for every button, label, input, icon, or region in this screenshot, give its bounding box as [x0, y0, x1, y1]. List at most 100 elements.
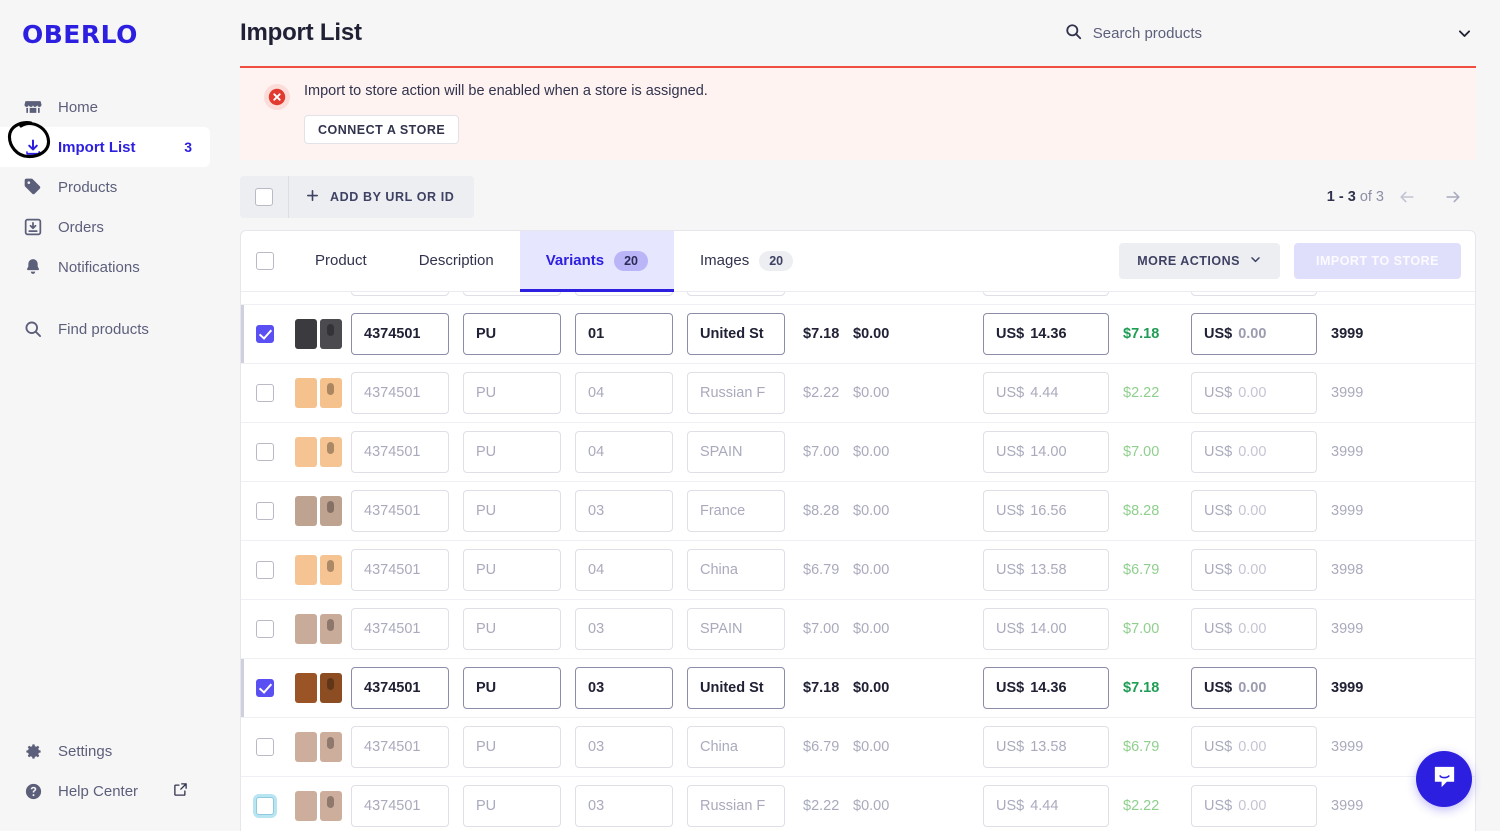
- arrow-right-icon[interactable]: [1430, 182, 1476, 212]
- code-input[interactable]: 03: [575, 666, 673, 709]
- price-input[interactable]: US$ 14.00: [983, 430, 1109, 473]
- compare-price-input[interactable]: US$ 0.00: [1191, 607, 1317, 650]
- material-input[interactable]: PU: [463, 607, 561, 650]
- price-input[interactable]: US$ 13.58: [983, 548, 1109, 591]
- compare-price-input[interactable]: US$ 0.00: [1191, 489, 1317, 532]
- compare-price-input[interactable]: US$ 0.00: [1191, 548, 1317, 591]
- compare-amount: 0.00: [1238, 502, 1267, 519]
- price-input[interactable]: US$ 4.44: [983, 784, 1109, 827]
- row-checkbox-cell[interactable]: [241, 678, 289, 697]
- row-checkbox-cell[interactable]: [241, 619, 289, 638]
- currency-label: US$: [1204, 797, 1233, 814]
- sidebar-item-notifications[interactable]: Notifications: [0, 247, 210, 287]
- price-input[interactable]: [983, 291, 1109, 296]
- code-input[interactable]: 03: [575, 784, 673, 827]
- compare-price-input[interactable]: US$ 0.00: [1191, 371, 1317, 414]
- compare-price-input[interactable]: US$ 0.00: [1191, 430, 1317, 473]
- material-input[interactable]: PU: [463, 489, 561, 532]
- text-input[interactable]: [687, 291, 785, 296]
- price-input[interactable]: US$ 14.36: [983, 312, 1109, 355]
- sku-input[interactable]: 4374501: [351, 312, 449, 355]
- currency-label: US$: [996, 797, 1025, 814]
- price-amount: 14.00: [1030, 443, 1067, 460]
- code-input[interactable]: 04: [575, 430, 673, 473]
- price-input[interactable]: US$ 4.44: [983, 371, 1109, 414]
- sku-input[interactable]: 4374501: [351, 548, 449, 591]
- code-input[interactable]: 04: [575, 371, 673, 414]
- tab-description[interactable]: Description: [393, 231, 520, 291]
- material-input[interactable]: PU: [463, 548, 561, 591]
- country-input[interactable]: SPAIN: [687, 607, 785, 650]
- compare-price-input[interactable]: US$ 0.00: [1191, 312, 1317, 355]
- sidebar-item-settings[interactable]: Settings: [0, 731, 210, 771]
- more-actions-button[interactable]: MORE ACTIONS: [1119, 242, 1280, 279]
- compare-price-input[interactable]: US$ 0.00: [1191, 666, 1317, 709]
- country-input[interactable]: Russian F: [687, 371, 785, 414]
- code-input[interactable]: 04: [575, 548, 673, 591]
- price-input[interactable]: US$ 14.36: [983, 666, 1109, 709]
- sku-input[interactable]: 4374501: [351, 784, 449, 827]
- sidebar-item-import-list[interactable]: Import List 3: [0, 121, 210, 167]
- material-input[interactable]: PU: [463, 430, 561, 473]
- text-input[interactable]: [463, 291, 561, 296]
- row-checkbox-cell[interactable]: [241, 501, 289, 520]
- country-input[interactable]: China: [687, 725, 785, 768]
- row-checkbox-cell[interactable]: [241, 324, 289, 343]
- tab-product[interactable]: Product: [289, 231, 393, 291]
- material-input[interactable]: PU: [463, 725, 561, 768]
- sku-input[interactable]: 4374501: [351, 489, 449, 532]
- code-input[interactable]: 03: [575, 489, 673, 532]
- country-input[interactable]: China: [687, 548, 785, 591]
- material-input[interactable]: PU: [463, 784, 561, 827]
- country-input[interactable]: United St: [687, 666, 785, 709]
- sku-input[interactable]: 4374501: [351, 607, 449, 650]
- sku-input[interactable]: 4374501: [351, 371, 449, 414]
- sku-input[interactable]: 4374501: [351, 725, 449, 768]
- compare-price-input[interactable]: US$ 0.00: [1191, 725, 1317, 768]
- code-input[interactable]: 03: [575, 607, 673, 650]
- sidebar-item-home[interactable]: Home: [0, 87, 210, 127]
- product-thumbnail-back: [320, 436, 342, 467]
- row-checkbox-cell[interactable]: [241, 383, 289, 402]
- code-input[interactable]: 01: [575, 312, 673, 355]
- country-input[interactable]: France: [687, 489, 785, 532]
- search-icon: [1064, 22, 1083, 45]
- add-by-url-or-id-button[interactable]: ADD BY URL OR ID: [289, 175, 475, 218]
- material-input[interactable]: PU: [463, 666, 561, 709]
- text-input[interactable]: [575, 291, 673, 296]
- sku-input[interactable]: 4374501: [351, 430, 449, 473]
- material-input[interactable]: PU: [463, 312, 561, 355]
- chevron-down-icon[interactable]: [1452, 21, 1476, 45]
- sku-input[interactable]: 4374501: [351, 666, 449, 709]
- price-amount: 4.44: [1030, 797, 1059, 814]
- sidebar-item-products[interactable]: Products: [0, 167, 210, 207]
- country-input[interactable]: Russian F: [687, 784, 785, 827]
- price-input[interactable]: US$ 13.58: [983, 725, 1109, 768]
- connect-a-store-button[interactable]: CONNECT A STORE: [304, 114, 460, 144]
- import-to-store-button[interactable]: IMPORT TO STORE: [1293, 242, 1461, 279]
- select-all-rows-checkbox[interactable]: [241, 231, 289, 291]
- sidebar-item-orders[interactable]: Orders: [0, 207, 210, 247]
- text-input[interactable]: [351, 291, 449, 296]
- material-input[interactable]: PU: [463, 371, 561, 414]
- country-input[interactable]: United St: [687, 312, 785, 355]
- search-input[interactable]: Search products: [1064, 22, 1202, 45]
- price-input[interactable]: US$ 16.56: [983, 489, 1109, 532]
- row-checkbox-cell[interactable]: [241, 737, 289, 756]
- sidebar-item-help-center[interactable]: Help Center: [0, 771, 210, 811]
- sidebar-item-find-products[interactable]: Find products: [0, 309, 210, 349]
- row-checkbox-cell[interactable]: [241, 560, 289, 579]
- price-input[interactable]: US$ 14.00: [983, 607, 1109, 650]
- row-checkbox-cell[interactable]: [241, 796, 289, 815]
- select-all-toolbar-checkbox[interactable]: [240, 175, 288, 218]
- country-input[interactable]: SPAIN: [687, 430, 785, 473]
- tab-variants[interactable]: Variants 20: [519, 230, 675, 292]
- compare-price-input[interactable]: US$ 0.00: [1191, 784, 1317, 827]
- row-checkbox-cell[interactable]: [241, 442, 289, 461]
- tab-images[interactable]: Images 20: [674, 231, 819, 291]
- intercom-chat-button[interactable]: [1416, 751, 1472, 807]
- arrow-left-icon[interactable]: [1384, 182, 1430, 212]
- code-input[interactable]: 03: [575, 725, 673, 768]
- compare-price-input[interactable]: [1191, 291, 1317, 296]
